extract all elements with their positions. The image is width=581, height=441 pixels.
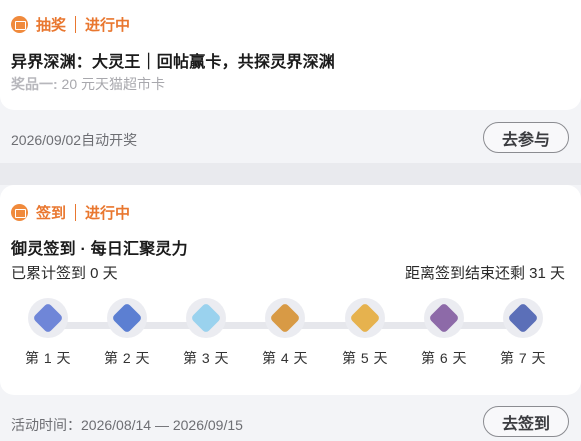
lottery-card: 抽奖 进行中 异界深渊：大灵王｜回帖赢卡，共探灵界深渊 奖品一: 20 元天猫超… <box>0 0 581 163</box>
join-button[interactable]: 去参与 <box>483 122 569 153</box>
reward-circle <box>186 298 226 338</box>
tag-divider <box>75 204 77 221</box>
reward-circle <box>107 298 147 338</box>
lottery-prize: 奖品一: 20 元天猫超市卡 <box>11 74 165 94</box>
amber-crystal-icon <box>349 302 381 334</box>
signin-day-3[interactable]: 第 3 天 <box>176 298 236 368</box>
lottery-status: 进行中 <box>85 17 131 34</box>
day-label: 第 3 天 <box>182 350 230 366</box>
signin-card-body: 签到 进行中 御灵签到 · 每日汇聚灵力 已累计签到 0 天 距离签到结束还剩 … <box>0 185 581 395</box>
signin-button[interactable]: 去签到 <box>483 406 569 437</box>
day-label: 第 1 天 <box>24 350 72 366</box>
lottery-title[interactable]: 异界深渊：大灵王｜回帖赢卡，共探灵界深渊 <box>11 48 335 72</box>
prize-label: 奖品一: <box>11 76 58 92</box>
signin-day-1[interactable]: 第 1 天 <box>18 298 78 368</box>
lottery-tagline: 抽奖 进行中 <box>11 14 130 35</box>
signin-tagline: 签到 进行中 <box>11 202 130 223</box>
blue-crystal-icon <box>111 302 143 334</box>
signin-remaining: 距离签到结束还剩 31 天 <box>404 265 565 282</box>
blue-chest-icon <box>507 302 539 334</box>
reward-circle <box>28 298 68 338</box>
signin-status: 进行中 <box>85 205 131 222</box>
ice-crystal-icon <box>190 302 222 334</box>
reward-circle <box>424 298 464 338</box>
signin-day-5[interactable]: 第 5 天 <box>335 298 395 368</box>
lottery-card-body: 抽奖 进行中 异界深渊：大灵王｜回帖赢卡，共探灵界深渊 奖品一: 20 元天猫超… <box>0 0 581 110</box>
signin-title: 御灵签到 · 每日汇聚灵力 <box>11 241 188 258</box>
tag-divider <box>75 16 77 33</box>
day-label: 第 6 天 <box>420 350 468 366</box>
signin-day-4[interactable]: 第 4 天 <box>255 298 315 368</box>
purple-chest-icon <box>428 302 460 334</box>
gift-icon <box>11 16 28 33</box>
signin-accumulated: 已累计签到 0 天 <box>11 265 118 282</box>
signin-day-6[interactable]: 第 6 天 <box>414 298 474 368</box>
calendar-icon <box>11 204 28 221</box>
reward-circle <box>345 298 385 338</box>
day-label: 第 2 天 <box>103 350 151 366</box>
signin-activity-time: 活动时间：2026/08/14 — 2026/09/15 <box>11 417 243 433</box>
reward-circle <box>503 298 543 338</box>
lottery-draw-info: 2026/09/02自动开奖 <box>11 132 138 148</box>
prize-value: 20 元天猫超市卡 <box>57 76 166 92</box>
blue-crystal-icon <box>32 302 64 334</box>
day-label: 第 7 天 <box>499 350 547 366</box>
day-label: 第 5 天 <box>341 350 389 366</box>
lottery-tag: 抽奖 <box>36 17 67 34</box>
signin-card: 签到 进行中 御灵签到 · 每日汇聚灵力 已累计签到 0 天 距离签到结束还剩 … <box>0 185 581 441</box>
signin-tag: 签到 <box>36 205 67 222</box>
reward-circle <box>265 298 305 338</box>
signin-day-2[interactable]: 第 2 天 <box>97 298 157 368</box>
day-label: 第 4 天 <box>261 350 309 366</box>
signin-day-7[interactable]: 第 7 天 <box>493 298 553 368</box>
gold-chest-icon <box>269 302 301 334</box>
